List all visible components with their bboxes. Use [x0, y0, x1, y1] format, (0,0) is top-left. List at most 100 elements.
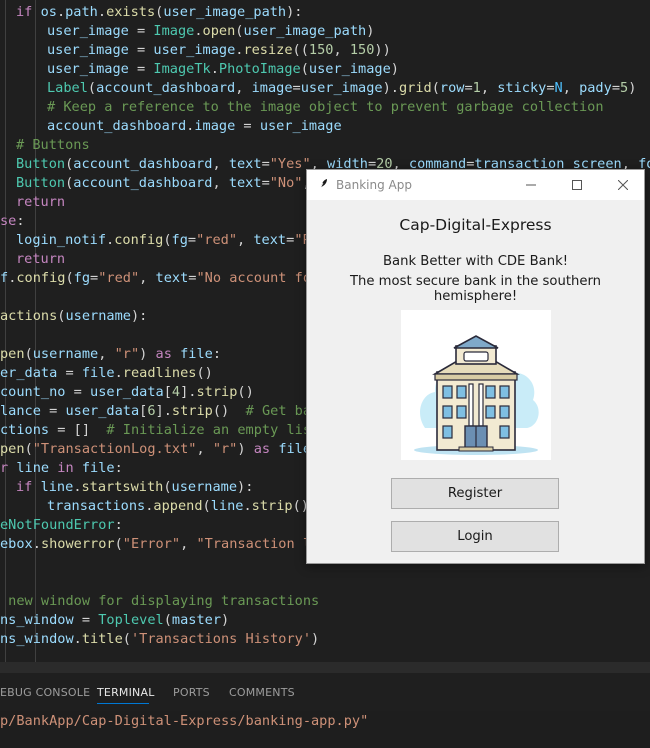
- code-token: ): [366, 23, 375, 39]
- code-token: =: [40, 403, 66, 419]
- code-token: .: [210, 61, 219, 77]
- code-token: text: [155, 270, 189, 286]
- minimize-button[interactable]: [508, 170, 554, 200]
- code-token: 6: [147, 403, 156, 419]
- code-token: .: [106, 232, 115, 248]
- code-line[interactable]: eNotFoundError:: [0, 516, 123, 535]
- code-token: 150: [308, 42, 334, 58]
- code-line[interactable]: # Keep a reference to the image object t…: [47, 98, 604, 117]
- window-titlebar[interactable]: Banking App: [307, 170, 644, 200]
- code-line[interactable]: ebox.showerror("Error", "Transaction log: [0, 535, 327, 554]
- code-token: Button: [16, 156, 66, 172]
- bank-image: [401, 310, 551, 460]
- code-line[interactable]: lance = user_data[6].strip() # Get bala: [0, 402, 327, 421]
- code-line[interactable]: return: [16, 250, 65, 269]
- code-token: "r": [114, 346, 140, 362]
- code-token: eNotFoundError: [0, 517, 115, 533]
- code-line[interactable]: account_dashboard.image = user_image: [47, 117, 342, 136]
- code-line[interactable]: r line in file:: [0, 459, 123, 478]
- code-token: (: [431, 80, 440, 96]
- code-line[interactable]: pen("TransactionLog.txt", "r") as file:: [0, 440, 319, 459]
- code-token: (: [65, 270, 74, 286]
- maximize-icon: [572, 180, 582, 190]
- login-button[interactable]: Login: [391, 521, 559, 552]
- code-token: Toplevel: [98, 612, 164, 628]
- code-token: open: [202, 23, 236, 39]
- code-token: grid: [398, 80, 432, 96]
- panel-divider[interactable]: [0, 662, 650, 672]
- code-line[interactable]: if line.startswith(username):: [16, 478, 253, 497]
- code-token: fg: [73, 270, 91, 286]
- code-line[interactable]: er_data = file.readlines(): [0, 364, 213, 383]
- tab-debug-console[interactable]: EBUG CONSOLE: [0, 686, 90, 699]
- code-token: :: [114, 460, 123, 476]
- code-token: "Yes": [269, 156, 311, 172]
- code-token: user_image_path: [243, 23, 367, 39]
- code-line[interactable]: user_image = ImageTk.PhotoImage(user_ima…: [47, 60, 399, 79]
- code-token: return: [16, 194, 66, 210]
- code-token: =: [73, 612, 99, 628]
- maximize-button[interactable]: [554, 170, 600, 200]
- code-line[interactable]: return: [16, 193, 65, 212]
- code-line[interactable]: count_no = user_data[4].strip(): [0, 383, 254, 402]
- code-token: ): [221, 612, 230, 628]
- code-token: master: [171, 612, 222, 628]
- code-token: ):: [130, 308, 148, 324]
- code-token: account_dashboard: [96, 80, 236, 96]
- code-token: (: [122, 631, 131, 647]
- code-token: strip: [171, 403, 213, 419]
- code-token: exists: [106, 4, 156, 20]
- code-token: "red": [98, 270, 140, 286]
- code-token: ): [390, 61, 399, 77]
- code-token: ctions: [0, 422, 50, 438]
- code-line[interactable]: # Buttons: [16, 136, 90, 155]
- terminal-output[interactable]: p/BankApp/Cap-Digital-Express/banking-ap…: [0, 713, 368, 729]
- code-token: account_dashboard: [47, 118, 187, 134]
- code-token: =: [292, 80, 301, 96]
- window-title: Banking App: [336, 178, 412, 192]
- code-token: line: [16, 460, 50, 476]
- code-line[interactable]: ctions = [] # Initialize an empty list: [0, 421, 319, 440]
- code-token: transactions: [47, 498, 146, 514]
- code-line[interactable]: new window for displaying transactions: [0, 592, 319, 611]
- tab-terminal[interactable]: TERMINAL: [97, 686, 155, 699]
- code-line[interactable]: login_notif.config(fg="red", text="Pas: [16, 231, 327, 250]
- code-token: config: [16, 270, 66, 286]
- code-token: r: [0, 460, 17, 476]
- code-token: user_data: [65, 403, 140, 419]
- code-token: =: [261, 175, 270, 191]
- code-line[interactable]: if os.path.exists(user_image_path):: [16, 3, 303, 22]
- code-line[interactable]: Button(account_dashboard, text="No", w: [16, 174, 327, 193]
- code-line[interactable]: Label(account_dashboard, image=user_imag…: [47, 79, 636, 98]
- code-line[interactable]: user_image = Image.open(user_image_path): [47, 22, 374, 41]
- code-token: .: [32, 536, 41, 552]
- close-button[interactable]: [600, 170, 646, 200]
- code-line[interactable]: transactions.append(line.strip(): [47, 497, 309, 516]
- code-token: =: [235, 118, 260, 134]
- tab-comments[interactable]: COMMENTS: [229, 686, 295, 699]
- tab-ports[interactable]: PORTS: [173, 686, 210, 699]
- code-line[interactable]: se:: [0, 212, 25, 231]
- code-token: line: [40, 479, 74, 495]
- code-token: :: [16, 213, 25, 229]
- code-token: (: [24, 346, 33, 362]
- code-token: N: [554, 80, 563, 96]
- code-line[interactable]: user_image = user_image.resize((150, 150…: [47, 41, 391, 60]
- code-token: = []: [49, 422, 107, 438]
- code-line[interactable]: f.config(fg="red", text="No account foun: [0, 269, 327, 288]
- code-token: ,: [562, 80, 580, 96]
- code-token: # Keep a reference to the image object t…: [47, 99, 604, 115]
- code-line[interactable]: ns_window = Toplevel(master): [0, 611, 229, 630]
- banking-app-window: Banking App Cap-Digital-Express Bank Bet…: [306, 169, 645, 564]
- code-token: 1: [472, 80, 481, 96]
- code-line[interactable]: pen(username, "r") as file:: [0, 345, 221, 364]
- register-button[interactable]: Register: [391, 478, 559, 509]
- code-token: user_image: [153, 42, 236, 58]
- code-token: user_data: [90, 384, 164, 400]
- code-line[interactable]: actions(username):: [0, 307, 147, 326]
- code-line[interactable]: ns_window.title('Transactions History'): [0, 630, 319, 649]
- code-token: text: [228, 156, 262, 172]
- code-token: strip: [251, 498, 293, 514]
- code-token: user_image: [47, 23, 129, 39]
- code-token: resize: [243, 42, 293, 58]
